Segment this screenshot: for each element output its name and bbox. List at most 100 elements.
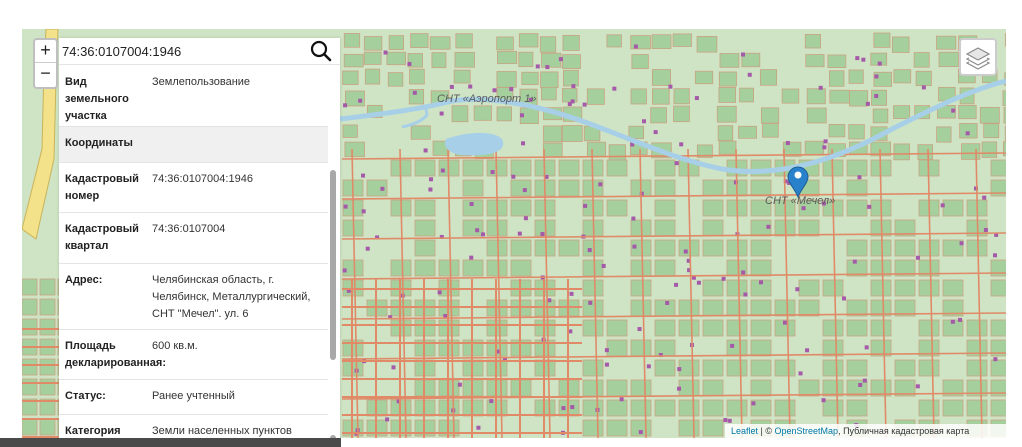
building bbox=[805, 348, 810, 353]
building bbox=[567, 102, 572, 107]
parcel bbox=[631, 54, 649, 69]
parcel bbox=[342, 70, 359, 85]
building bbox=[511, 174, 516, 179]
parcel bbox=[606, 339, 628, 357]
parcel bbox=[917, 144, 934, 160]
parcel bbox=[39, 418, 56, 436]
info-key: Вид земельного участка bbox=[65, 76, 129, 122]
info-key: Кадастровый номер bbox=[65, 173, 139, 202]
scrollbar-thumb[interactable] bbox=[330, 170, 336, 360]
building bbox=[619, 397, 624, 402]
parcel bbox=[678, 379, 700, 397]
parcel bbox=[848, 124, 865, 140]
building bbox=[747, 72, 752, 77]
building bbox=[852, 259, 857, 264]
building bbox=[674, 161, 679, 166]
info-value: Землепользование bbox=[152, 76, 251, 88]
building bbox=[343, 204, 348, 209]
parcel bbox=[981, 141, 998, 158]
parcel bbox=[806, 107, 827, 124]
parcel bbox=[410, 33, 429, 48]
parcel bbox=[582, 299, 604, 317]
parcel bbox=[414, 259, 436, 277]
search-input[interactable] bbox=[62, 40, 302, 62]
parcel bbox=[822, 319, 844, 337]
parcel bbox=[938, 51, 959, 68]
parcel bbox=[958, 104, 977, 120]
parcel bbox=[942, 399, 964, 417]
parcel bbox=[966, 239, 988, 257]
parcel bbox=[582, 239, 604, 257]
parcel bbox=[453, 69, 471, 84]
building bbox=[469, 255, 474, 260]
parcel bbox=[678, 359, 700, 377]
parcel bbox=[828, 124, 846, 138]
zoom-in-button[interactable]: + bbox=[35, 40, 56, 63]
building bbox=[683, 249, 688, 254]
parcel bbox=[562, 54, 581, 69]
parcel bbox=[606, 199, 628, 217]
building bbox=[940, 203, 945, 208]
building bbox=[740, 52, 745, 57]
building bbox=[449, 84, 454, 89]
search-button[interactable] bbox=[308, 39, 334, 63]
parcel bbox=[630, 339, 652, 357]
zoom-out-button[interactable]: − bbox=[35, 63, 56, 86]
parcel bbox=[894, 279, 916, 297]
building bbox=[723, 418, 728, 423]
building bbox=[743, 292, 748, 297]
parcel bbox=[496, 36, 514, 51]
map-label-mechel: СНТ «Мечел» bbox=[765, 195, 835, 207]
parcel bbox=[750, 359, 772, 377]
info-value: Ранее учтенный bbox=[152, 390, 235, 402]
parcel bbox=[846, 199, 868, 217]
parcel bbox=[893, 105, 911, 119]
leaflet-link[interactable]: Leaflet bbox=[731, 426, 758, 436]
parcel bbox=[630, 279, 652, 297]
parcel bbox=[1002, 90, 1006, 107]
parcel bbox=[363, 36, 383, 51]
parcel bbox=[22, 298, 38, 316]
parcel bbox=[718, 71, 737, 87]
building bbox=[570, 405, 575, 410]
parcel bbox=[39, 318, 56, 336]
parcel bbox=[873, 32, 891, 48]
parcel bbox=[739, 87, 754, 103]
building bbox=[383, 50, 388, 55]
parcel bbox=[390, 259, 412, 277]
layers-button[interactable] bbox=[959, 38, 997, 76]
parcel bbox=[702, 299, 724, 317]
parcel bbox=[846, 359, 868, 377]
building bbox=[861, 57, 866, 62]
building bbox=[855, 56, 860, 61]
parcel bbox=[608, 144, 626, 161]
parcel bbox=[718, 87, 737, 103]
parcel bbox=[806, 88, 826, 105]
building bbox=[867, 204, 872, 209]
parcel bbox=[561, 125, 583, 142]
parcel bbox=[582, 259, 604, 277]
building bbox=[540, 232, 545, 237]
parcel bbox=[496, 71, 517, 88]
parcel bbox=[942, 279, 964, 297]
panel-scrollbar[interactable] bbox=[328, 66, 338, 447]
osm-link[interactable]: OpenStreetMap bbox=[775, 426, 839, 436]
building bbox=[677, 386, 682, 391]
parcel bbox=[630, 88, 647, 105]
parcel bbox=[990, 159, 1006, 177]
parcel bbox=[678, 239, 700, 257]
info-row-coordinates[interactable]: Координаты bbox=[59, 127, 328, 163]
parcel bbox=[678, 399, 700, 417]
building bbox=[407, 61, 412, 66]
parcel bbox=[510, 199, 532, 217]
parcel bbox=[462, 219, 484, 237]
parcel bbox=[438, 259, 460, 277]
parcel bbox=[606, 159, 628, 177]
bottom-bar bbox=[0, 438, 1022, 447]
parcel bbox=[429, 36, 451, 50]
map-label-aeroport: СНТ «Аэропорт 1» bbox=[437, 93, 537, 105]
building bbox=[535, 64, 540, 69]
parcel bbox=[518, 33, 539, 48]
parcel bbox=[654, 259, 676, 277]
parcel bbox=[22, 358, 38, 376]
